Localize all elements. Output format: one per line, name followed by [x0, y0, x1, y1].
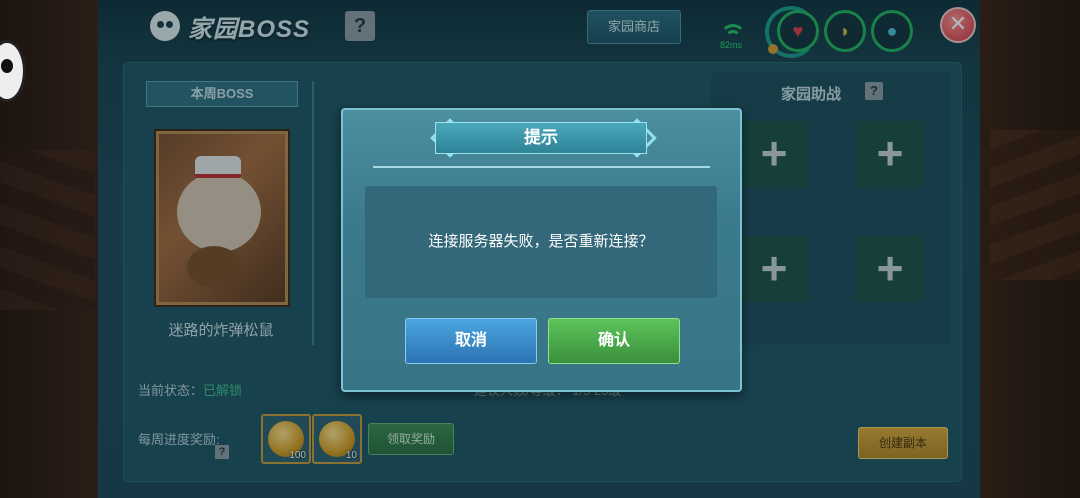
right-decor [990, 130, 1080, 280]
left-decor [0, 150, 95, 310]
dialog-body: 连接服务器失败，是否重新连接？ [365, 186, 717, 298]
reconnect-dialog: 提示 连接服务器失败，是否重新连接？ 取消 确认 [341, 108, 742, 392]
dialog-title-band: 提示 [435, 122, 647, 154]
cancel-button[interactable]: 取消 [405, 318, 537, 364]
dialog-title: 提示 [524, 128, 558, 147]
confirm-button[interactable]: 确认 [548, 318, 680, 364]
dialog-message: 连接服务器失败，是否重新连接？ [428, 233, 654, 250]
dialog-divider [373, 166, 710, 168]
